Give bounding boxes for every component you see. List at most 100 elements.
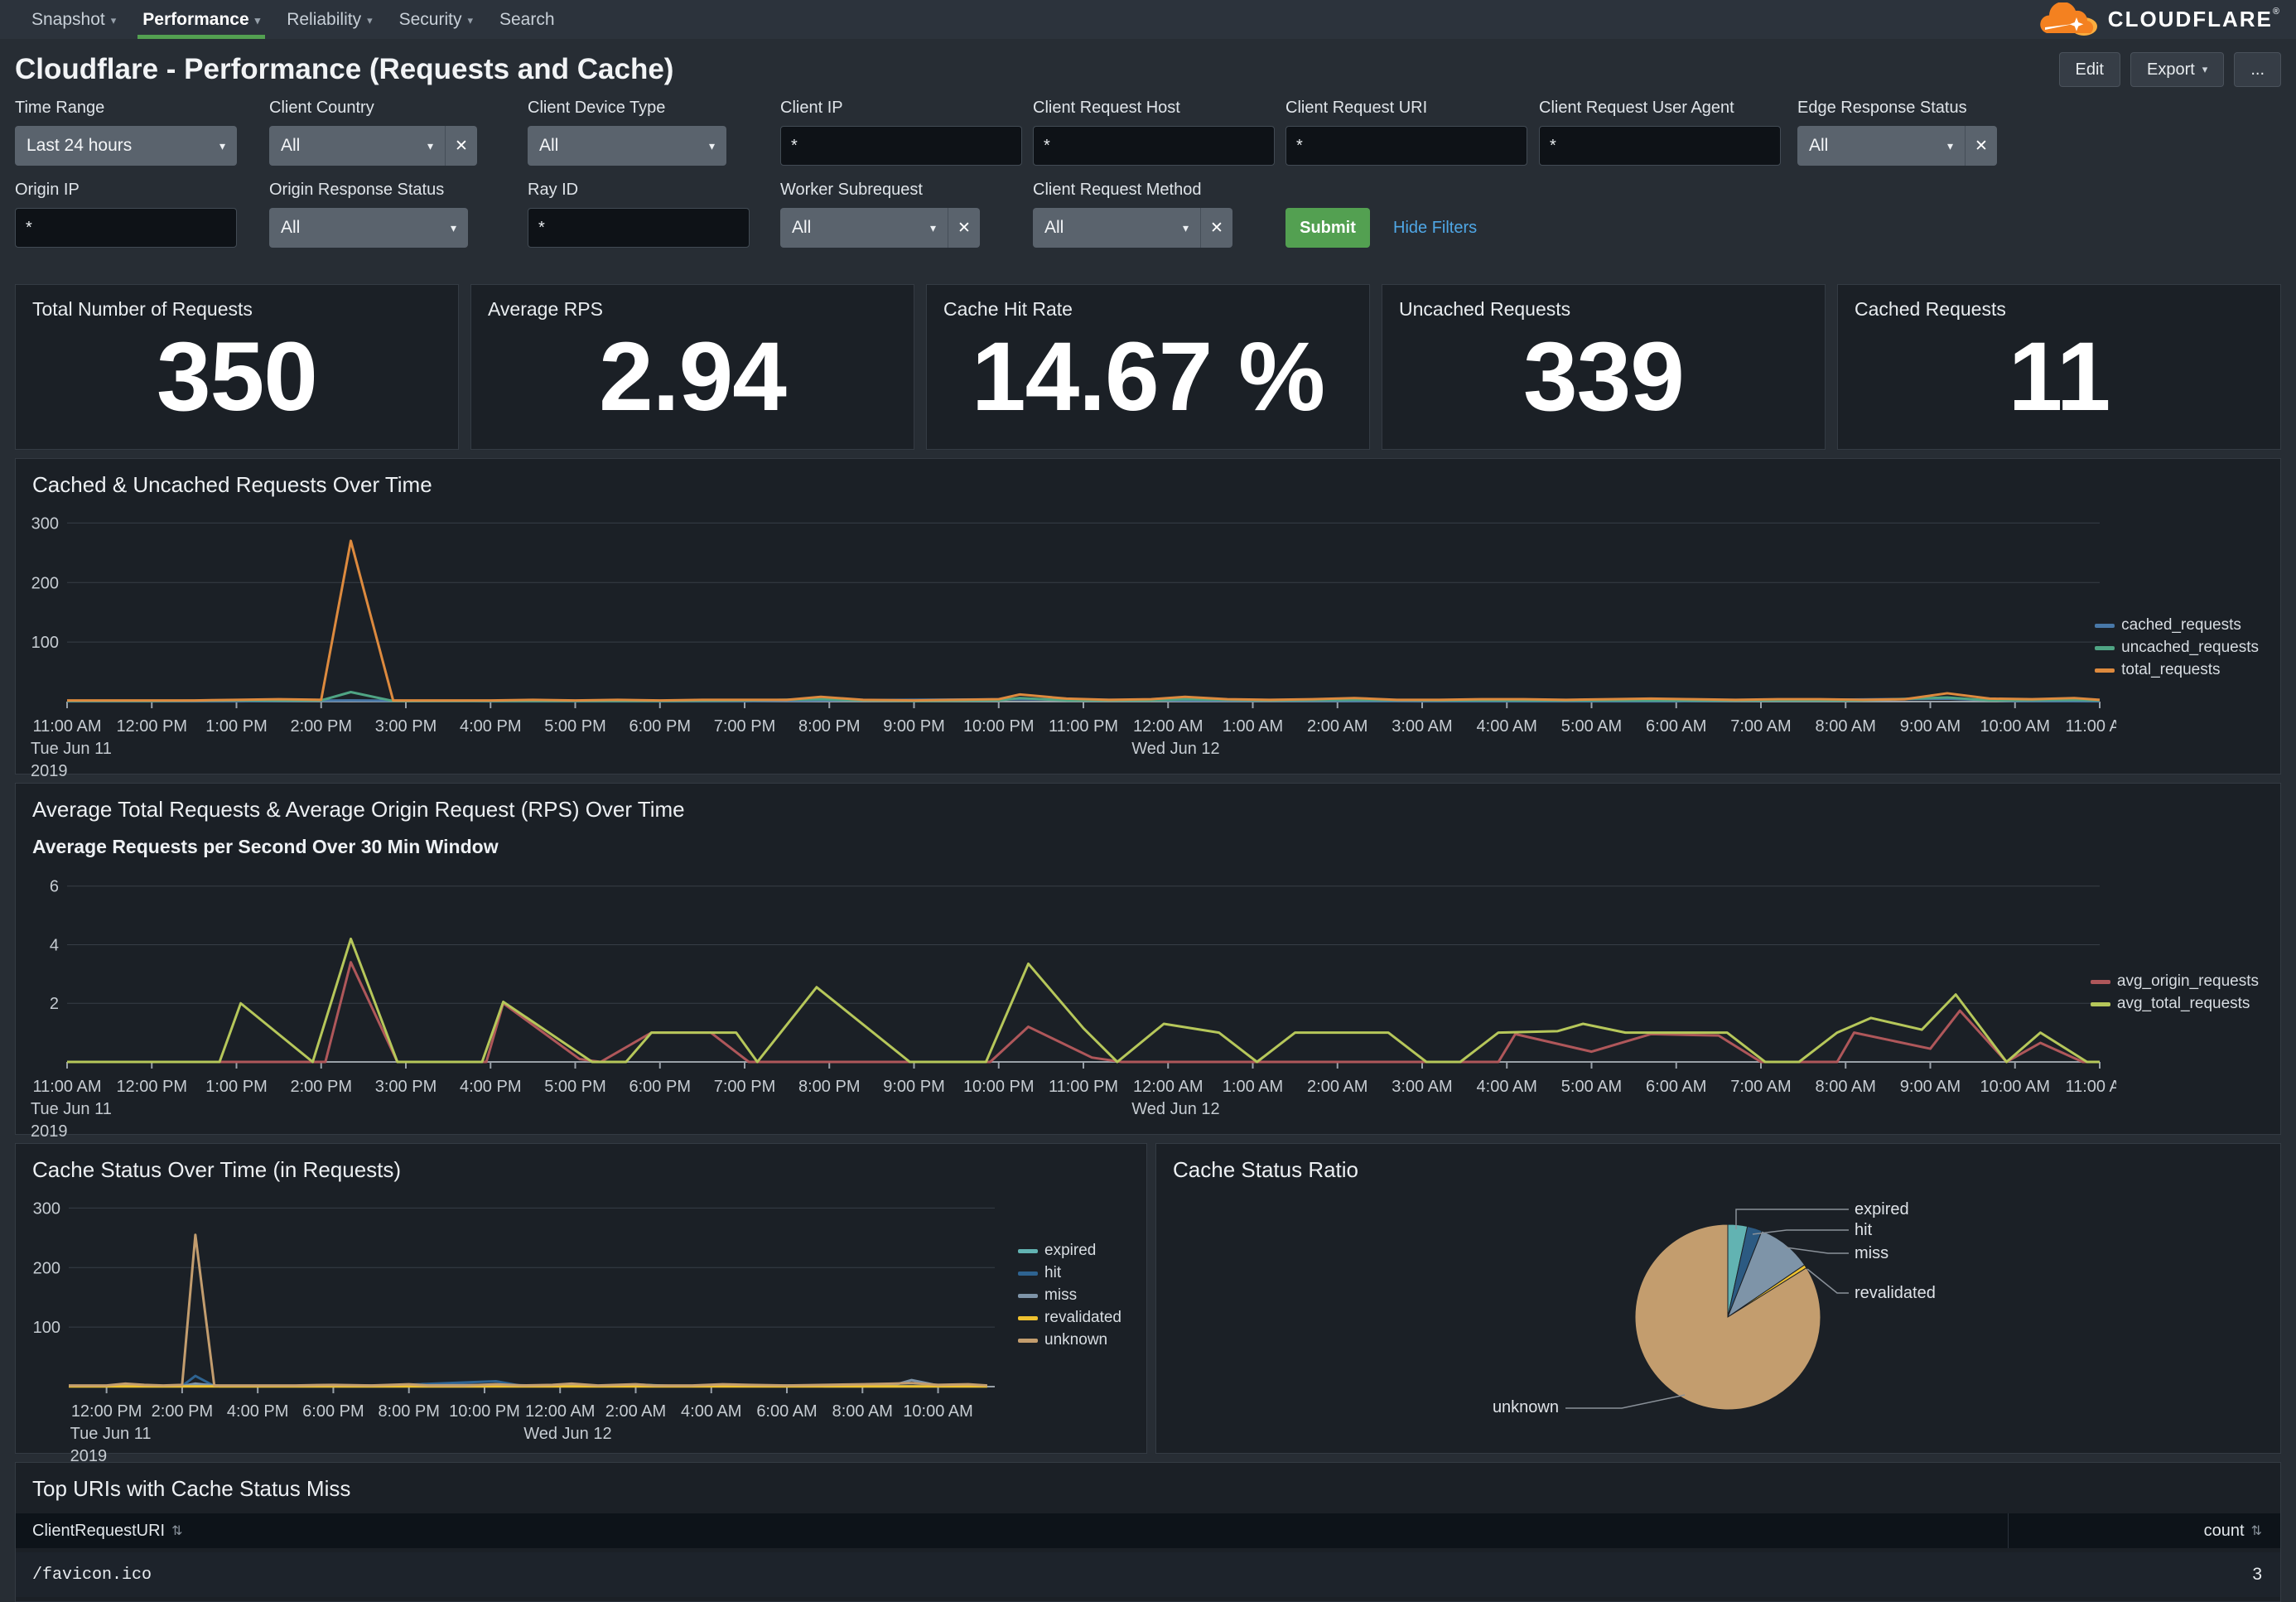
dashboard-header: Cloudflare - Performance (Requests and C…: [0, 39, 2296, 87]
svg-text:10:00 PM: 10:00 PM: [963, 717, 1035, 736]
svg-text:1:00 AM: 1:00 AM: [1223, 717, 1283, 736]
nav-item-security[interactable]: Security ▾: [386, 0, 486, 39]
time-range-select[interactable]: Last 24 hours▾: [15, 126, 237, 166]
svg-text:2:00 PM: 2:00 PM: [291, 717, 352, 736]
kpi-row: Total Number of Requests 350 Average RPS…: [15, 284, 2281, 450]
svg-text:4:00 PM: 4:00 PM: [460, 1078, 521, 1096]
legend-item[interactable]: avg_total_requests: [2091, 995, 2259, 1013]
cloudflare-cloud-icon: [2035, 2, 2101, 37]
legend-swatch-icon: [2095, 646, 2115, 650]
client-request-host-input[interactable]: [1033, 126, 1275, 166]
svg-text:2019: 2019: [70, 1447, 108, 1461]
export-button[interactable]: Export▾: [2130, 52, 2224, 87]
filter-label: Origin IP: [15, 181, 269, 200]
chart-legend[interactable]: expired hit miss revalidated unknown: [1018, 1242, 1121, 1349]
average-rps-chart: 24611:00 AMTue Jun 11201912:00 PM1:00 PM…: [29, 863, 2116, 1136]
svg-text:7:00 PM: 7:00 PM: [714, 717, 775, 736]
svg-text:2019: 2019: [31, 1122, 68, 1136]
column-header-count[interactable]: count⇅: [2008, 1513, 2280, 1548]
edge-response-status-select[interactable]: All▾: [1797, 126, 1965, 166]
caret-down-icon: ▾: [419, 139, 433, 153]
clear-client-request-method-button[interactable]: ✕: [1200, 208, 1232, 248]
more-options-button[interactable]: ...: [2234, 52, 2281, 87]
kpi-value: 2.94: [488, 321, 897, 442]
legend-swatch-icon: [2091, 1002, 2110, 1006]
chart-legend[interactable]: cached_requests uncached_requests total_re…: [2095, 616, 2259, 679]
svg-text:Tue Jun 11: Tue Jun 11: [31, 740, 112, 758]
dashboard-page: Snapshot ▾ Performance ▾ Reliability ▾ S…: [0, 0, 2296, 1602]
clear-edge-response-status-button[interactable]: ✕: [1965, 126, 1997, 166]
clear-worker-subrequest-button[interactable]: ✕: [948, 208, 980, 248]
caret-down-icon: ▾: [255, 14, 261, 27]
svg-text:expired: expired: [1855, 1200, 1909, 1218]
chart-legend[interactable]: avg_origin_requests avg_total_requests: [2091, 972, 2259, 1013]
legend-item[interactable]: uncached_requests: [2095, 639, 2259, 657]
submit-button[interactable]: Submit: [1285, 208, 1370, 248]
ray-id-input[interactable]: [528, 208, 750, 248]
kpi-total-requests: Total Number of Requests 350: [15, 284, 459, 450]
table-row[interactable]: /favicon.ico 3: [16, 1552, 2280, 1597]
page-title: Cloudflare - Performance (Requests and C…: [15, 53, 673, 86]
cache-status-ratio-pie: expiredhitmissrevalidatedunknown: [1170, 1188, 2246, 1440]
legend-label: uncached_requests: [2121, 639, 2259, 657]
svg-text:5:00 AM: 5:00 AM: [1561, 1078, 1622, 1096]
panel-cache-status-over-time: Cache Status Over Time (in Requests) 100…: [15, 1143, 1147, 1454]
svg-text:4:00 AM: 4:00 AM: [681, 1402, 741, 1421]
filter-client-request-user-agent: Client Request User Agent: [1539, 99, 1797, 166]
svg-text:10:00 AM: 10:00 AM: [1980, 1078, 2050, 1096]
column-header-clientrequesturi[interactable]: ClientRequestURI⇅: [16, 1522, 2008, 1541]
edit-button[interactable]: Edit: [2059, 52, 2120, 87]
panel-cached-uncached-over-time: Cached & Uncached Requests Over Time 100…: [15, 458, 2281, 774]
legend-item[interactable]: cached_requests: [2095, 616, 2259, 635]
legend-item[interactable]: total_requests: [2095, 661, 2259, 679]
svg-text:3:00 AM: 3:00 AM: [1392, 717, 1452, 736]
filter-client-device-type: Client Device Type All▾: [528, 99, 780, 166]
client-request-user-agent-input[interactable]: [1539, 126, 1781, 166]
legend-item[interactable]: unknown: [1018, 1331, 1121, 1349]
svg-text:5:00 PM: 5:00 PM: [544, 717, 605, 736]
client-device-type-select[interactable]: All▾: [528, 126, 726, 166]
kpi-label: Cache Hit Rate: [943, 298, 1353, 321]
svg-text:100: 100: [33, 1319, 60, 1337]
svg-text:revalidated: revalidated: [1855, 1284, 1936, 1302]
cache-status-over-time-chart: 10020030012:00 PMTue Jun 1120192:00 PM4:…: [29, 1188, 1006, 1461]
nav-item-snapshot[interactable]: Snapshot ▾: [18, 0, 129, 39]
legend-label: expired: [1044, 1242, 1096, 1260]
legend-label: revalidated: [1044, 1309, 1121, 1327]
kpi-cached-requests: Cached Requests 11: [1837, 284, 2281, 450]
origin-ip-input[interactable]: [15, 208, 237, 248]
nav-item-reliability[interactable]: Reliability ▾: [273, 0, 385, 39]
nav-label: Performance: [142, 10, 248, 30]
legend-item[interactable]: hit: [1018, 1264, 1121, 1282]
hide-filters-link[interactable]: Hide Filters: [1393, 219, 1477, 238]
legend-swatch-icon: [2091, 980, 2110, 984]
svg-text:200: 200: [33, 1259, 60, 1277]
legend-label: avg_total_requests: [2117, 995, 2250, 1013]
legend-item[interactable]: revalidated: [1018, 1309, 1121, 1327]
worker-subrequest-select[interactable]: All▾: [780, 208, 948, 248]
svg-text:2:00 PM: 2:00 PM: [152, 1402, 213, 1421]
client-ip-input[interactable]: [780, 126, 1022, 166]
legend-item[interactable]: expired: [1018, 1242, 1121, 1260]
panel-cache-status-ratio: Cache Status Ratio expiredhitmissrevalid…: [1155, 1143, 2281, 1454]
kpi-value: 11: [1855, 321, 2264, 442]
origin-response-status-select[interactable]: All▾: [269, 208, 468, 248]
legend-item[interactable]: avg_origin_requests: [2091, 972, 2259, 991]
nav-item-search[interactable]: Search: [486, 0, 568, 39]
filter-label: Client Request Host: [1033, 99, 1285, 118]
panel-top-uris: Top URIs with Cache Status Miss ClientRe…: [15, 1462, 2281, 1602]
chart-title: Cache Status Over Time (in Requests): [16, 1144, 1146, 1183]
svg-text:6:00 PM: 6:00 PM: [629, 1078, 691, 1096]
filter-label: Client Device Type: [528, 99, 780, 118]
svg-text:12:00 AM: 12:00 AM: [1133, 717, 1203, 736]
client-request-uri-input[interactable]: [1285, 126, 1527, 166]
clear-client-country-button[interactable]: ✕: [445, 126, 477, 166]
client-country-select[interactable]: All▾: [269, 126, 445, 166]
svg-text:8:00 AM: 8:00 AM: [1816, 1078, 1876, 1096]
kpi-uncached-requests: Uncached Requests 339: [1382, 284, 1826, 450]
svg-text:9:00 AM: 9:00 AM: [1900, 1078, 1961, 1096]
legend-item[interactable]: miss: [1018, 1286, 1121, 1305]
client-request-method-select[interactable]: All▾: [1033, 208, 1200, 248]
brand-name: CLOUDFLARE®: [2108, 7, 2281, 32]
nav-item-performance[interactable]: Performance ▾: [129, 0, 273, 39]
